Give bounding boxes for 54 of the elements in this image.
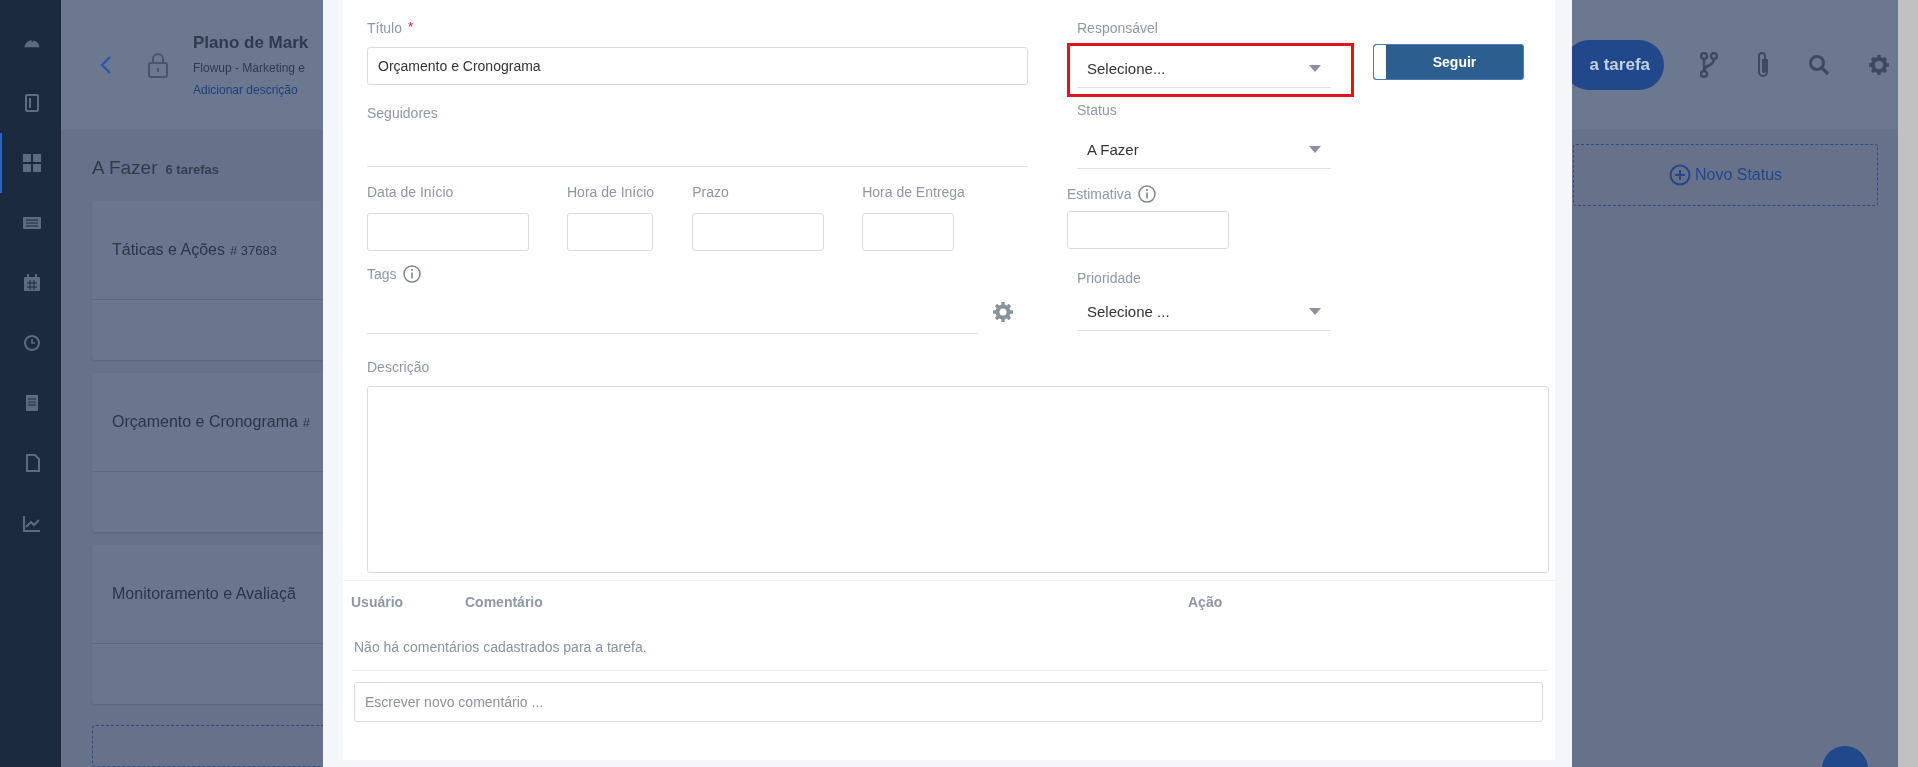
caret-icon xyxy=(1309,65,1321,72)
task-title: Orçamento e Cronograma xyxy=(112,413,298,431)
date-input[interactable] xyxy=(367,213,529,251)
paperclip-icon[interactable] xyxy=(1756,50,1770,79)
responsible-dropdown[interactable]: Selecione... xyxy=(1077,50,1331,88)
field-label: Hora de Início xyxy=(567,184,655,200)
task-title: Monitoramento e Avaliaçã xyxy=(112,585,296,603)
task-number: # xyxy=(302,414,311,430)
field-label: Estimativa xyxy=(1067,186,1132,202)
clock-icon xyxy=(21,333,42,353)
info-icon[interactable] xyxy=(402,265,421,283)
plus-circle-icon xyxy=(1668,164,1691,186)
settings-icon[interactable] xyxy=(992,300,1014,323)
branch-icon[interactable] xyxy=(1700,51,1718,78)
priority-dropdown[interactable]: Selecione ... xyxy=(1077,293,1331,331)
gauge-icon xyxy=(21,38,42,48)
field-label: Tags xyxy=(367,266,397,282)
task-number: # 37683 xyxy=(229,242,277,258)
field-label: Responsável xyxy=(1077,20,1158,36)
date-input[interactable] xyxy=(692,213,825,251)
caret-icon xyxy=(1309,308,1321,315)
project-subtitle: Flowup - Marketing e xyxy=(193,60,307,75)
field-label: Status xyxy=(1077,102,1117,118)
date-input[interactable] xyxy=(567,213,653,251)
info-icon[interactable] xyxy=(1137,185,1156,203)
field-label: Título xyxy=(367,20,402,36)
title-input[interactable]: Orçamento e Cronograma xyxy=(367,47,1028,85)
settings-icon[interactable] xyxy=(1868,53,1890,76)
calendar-icon xyxy=(21,273,42,293)
comment-input[interactable]: Escrever novo comentário ... xyxy=(354,682,1543,722)
field-label: Data de Início xyxy=(367,184,454,200)
column-header: Usuário xyxy=(351,594,405,610)
field-label: Prioridade xyxy=(1077,270,1141,286)
line-chart-icon xyxy=(21,513,42,533)
search-icon[interactable] xyxy=(1808,53,1830,76)
grid-icon xyxy=(21,153,42,173)
required-mark: * xyxy=(408,19,414,34)
task-title: Táticas e Ações xyxy=(112,241,225,259)
project-title: Plano de Mark xyxy=(193,32,309,53)
estimate-input[interactable] xyxy=(1067,211,1229,249)
caret-icon xyxy=(1309,146,1321,153)
status-dropdown[interactable]: A Fazer xyxy=(1077,131,1331,169)
column-header: Ação xyxy=(1188,594,1223,610)
empty-comments-message: Não há comentários cadastrados para a tarefa. xyxy=(351,619,1547,671)
column-title: A Fazer xyxy=(92,157,158,179)
scrollbar[interactable] xyxy=(1898,0,1918,767)
field-label: Seguidores xyxy=(367,105,438,121)
date-input[interactable] xyxy=(862,213,955,251)
field-label: Prazo xyxy=(692,184,729,200)
follow-button[interactable]: Seguir xyxy=(1373,44,1524,80)
field-label: Hora de Entrega xyxy=(862,184,965,200)
field-label: Descrição xyxy=(367,359,430,375)
padlock-icon xyxy=(148,51,168,78)
back-chevron-icon[interactable] xyxy=(100,54,112,75)
